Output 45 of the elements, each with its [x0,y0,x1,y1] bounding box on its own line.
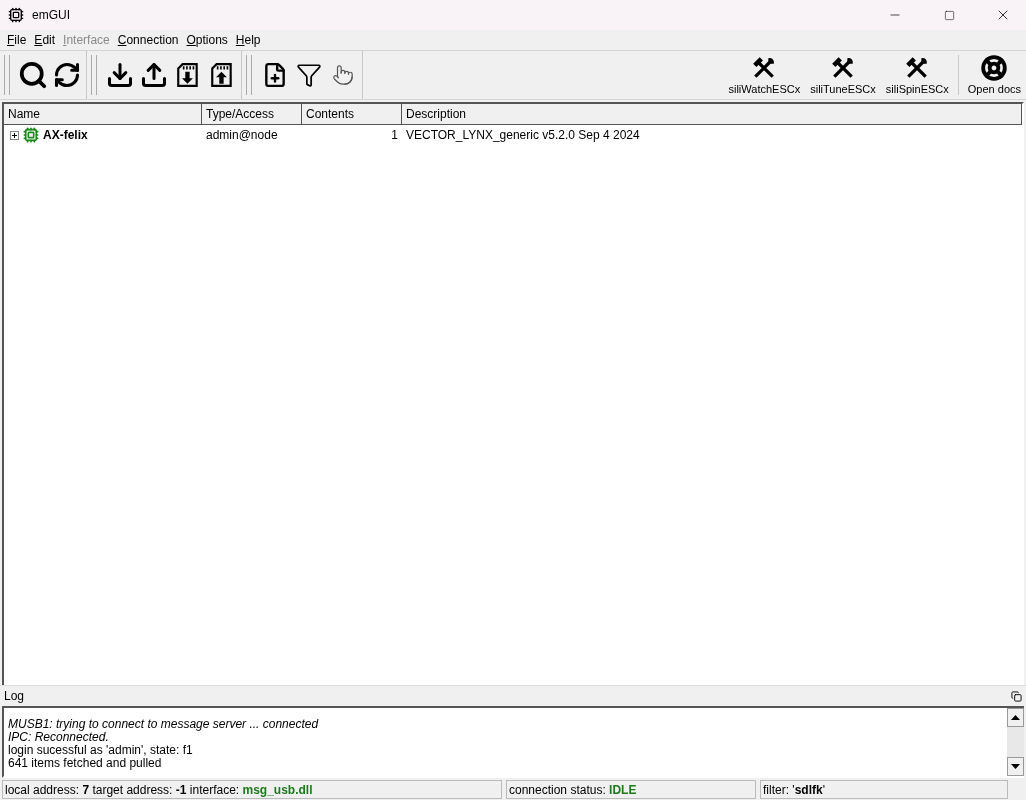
menu-item[interactable]: Help [231,33,265,47]
status-field: filter: 'sdlfk' [760,780,1008,799]
chip-icon [23,127,39,143]
menu-item[interactable]: File [3,33,31,47]
menu-item[interactable]: Edit [30,33,60,47]
down-arrow-icon [1011,764,1020,769]
scroll-down-button[interactable] [1007,757,1024,776]
log-line: MUSB1: trying to connect to message server ... connected [8,718,320,731]
column-header[interactable]: Type/Access [202,104,302,125]
tool-button[interactable]: siliWatchESCx [723,55,806,95]
menu-item[interactable]: Options [182,33,232,47]
refresh-icon[interactable] [53,61,81,89]
tool-button[interactable]: siliSpinESCx [880,55,954,95]
upload-icon[interactable] [140,61,168,89]
tool-button[interactable]: Open docs [962,55,1026,95]
log-line: 641 items fetched and pulled [8,757,163,770]
table-cell-text: 1 [390,128,399,142]
log-line: IPC: Reconnected. [8,731,110,744]
maximize-icon [943,9,955,21]
chip-icon [8,7,24,23]
column-header[interactable]: Description [402,104,1022,125]
table-cell-text: admin@node [205,128,279,142]
scroll-up-button[interactable] [1007,708,1024,727]
expand-icon[interactable] [10,130,19,140]
node-name[interactable]: AX-felix [43,128,88,142]
card-upload-icon[interactable] [209,62,235,88]
table-cell-text: VECTOR_LYNX_generic v5.2.0 Sep 4 2024 [405,128,641,142]
column-header[interactable]: Name [4,104,202,125]
log-title: Log [4,689,25,703]
tool-button[interactable]: siliTuneESCx [805,55,881,95]
up-arrow-icon [1011,715,1020,720]
column-header[interactable]: Contents [302,104,402,125]
window-title: emGUI [32,8,71,22]
add-file-icon[interactable] [262,62,288,88]
status-field: local address: 7 target address: -1 interface: msg_usb.dll [2,780,502,799]
lifebuoy-icon [981,55,1008,81]
hand-pointer-icon[interactable] [332,64,354,86]
card-download-icon[interactable] [175,62,201,88]
menu-item[interactable]: Connection [113,33,183,47]
download-icon[interactable] [106,61,134,89]
status-field: connection status: IDLE [506,780,756,799]
log-line: login sucessful as 'admin', state: f1 [8,744,194,757]
restore-icon[interactable] [1011,690,1022,702]
filter-icon[interactable] [296,62,322,88]
tools-icon [830,55,856,81]
